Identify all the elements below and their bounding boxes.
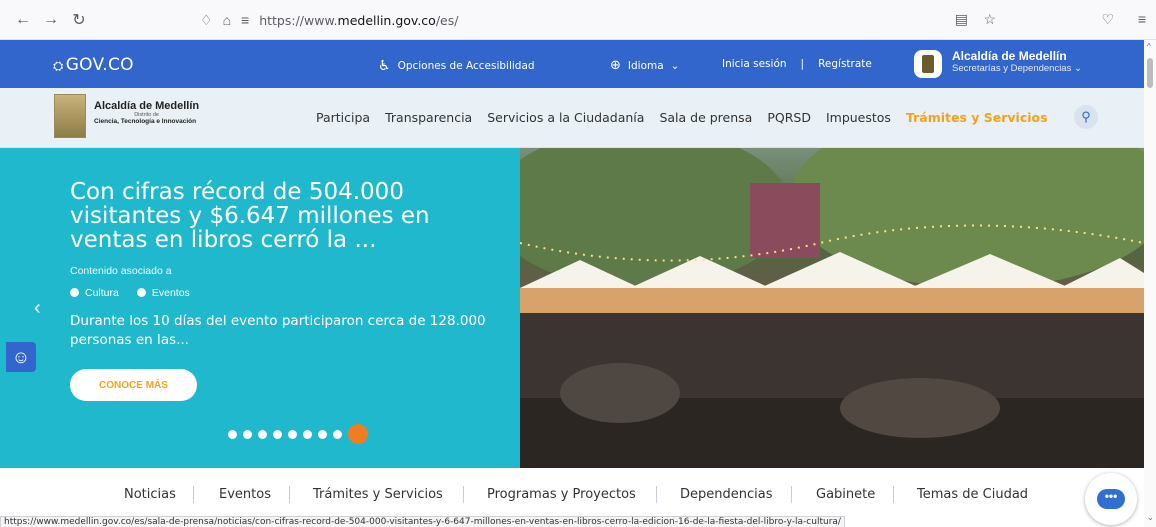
nav-divider — [656, 486, 657, 503]
nav-divider — [289, 486, 290, 503]
register-link[interactable]: Regístrate — [818, 58, 872, 70]
scroll-thumb[interactable] — [1147, 58, 1153, 88]
scroll-up-icon[interactable]: ^ — [1147, 43, 1154, 51]
tag-dot-icon — [70, 288, 79, 297]
gov-co-bar: ⛭ GOV.CO ♿︎ Opciones de Accesibilidad ⊕ I… — [0, 40, 1144, 88]
lock-icon[interactable]: ⌂ — [223, 12, 231, 28]
nav-noticias[interactable]: Noticias — [124, 487, 176, 502]
carousel-dot[interactable] — [273, 429, 282, 439]
main-menu: Participa Transparencia Servicios a la C… — [316, 110, 1048, 125]
menu-servicios-ciudadania[interactable]: Servicios a la Ciudadanía — [487, 110, 644, 125]
nav-divider — [791, 486, 792, 503]
menu-pqrsd[interactable]: PQRSD — [767, 110, 811, 125]
menu-transparencia[interactable]: Transparencia — [385, 110, 472, 125]
medellin-crest-icon — [54, 94, 86, 138]
hero-associated-label: Contenido asociado a — [70, 265, 172, 277]
browser-toolbar: ← → ↻ ♢ ⌂ ≡ https://www.medellin.gov.co/… — [0, 0, 1156, 40]
chevron-down-icon: ⌄ — [670, 59, 680, 72]
menu-impuestos[interactable]: Impuestos — [826, 110, 891, 125]
carousel-dot[interactable] — [303, 429, 312, 439]
search-icon[interactable]: ⚲ — [1074, 105, 1098, 129]
globe-icon: ⊕ — [610, 58, 621, 73]
status-bar-url: https://www.medellin.gov.co/es/sala-de-p… — [0, 516, 845, 527]
nav-gabinete[interactable]: Gabinete — [816, 487, 875, 502]
nav-divider — [463, 486, 464, 503]
carousel-dot[interactable] — [333, 429, 342, 439]
entity-name: Alcaldía de Medellín — [952, 49, 1067, 63]
menu-tramites-servicios[interactable]: Trámites y Servicios — [906, 110, 1048, 125]
shield-icon[interactable]: ♢ — [200, 12, 213, 29]
nav-divider — [893, 486, 894, 503]
pocket-icon[interactable]: ♡ — [1101, 11, 1114, 28]
login-link[interactable]: Inicia sesión — [722, 58, 787, 70]
tag-eventos[interactable]: Eventos — [136, 287, 190, 299]
logo-subtitle: Ciencia, Tecnología e Innovación — [94, 118, 197, 125]
bookmark-star-icon[interactable]: ☆ — [983, 11, 996, 28]
hero-tags: Cultura Eventos — [70, 287, 190, 299]
carousel-dot[interactable] — [348, 424, 368, 444]
carousel-dot[interactable] — [243, 429, 252, 439]
site-header: Alcaldía de Medellín Distrito de Ciencia… — [0, 88, 1144, 148]
bottom-navigation: Noticias Eventos Trámites y Servicios Pr… — [0, 468, 1144, 516]
page-scrollbar[interactable]: ^ ⌄ — [1144, 40, 1156, 527]
accessibility-float-icon[interactable]: ☺ — [6, 342, 36, 372]
nav-tramites-servicios[interactable]: Trámites y Servicios — [313, 487, 443, 502]
login-register: Inicia sesión | Regístrate — [722, 58, 872, 70]
carousel-dot[interactable] — [288, 429, 297, 439]
logo-title: Alcaldía de Medellín — [94, 100, 200, 112]
site-logo[interactable]: Alcaldía de Medellín Distrito de Ciencia… — [54, 94, 199, 138]
nav-divider — [193, 486, 194, 503]
accessibility-options[interactable]: ♿︎ Opciones de Accesibilidad — [378, 58, 535, 74]
menu-sala-de-prensa[interactable]: Sala de prensa — [659, 110, 752, 125]
chat-bubble-icon: ••• — [1097, 489, 1125, 509]
hero-description: Durante los 10 días del evento participa… — [70, 313, 486, 348]
tag-cultura[interactable]: Cultura — [70, 287, 119, 299]
menu-icon[interactable]: ≡ — [1138, 11, 1146, 27]
nav-eventos[interactable]: Eventos — [219, 487, 271, 502]
tag-dot-icon — [136, 288, 146, 297]
carousel-dot[interactable] — [228, 429, 237, 439]
conoce-mas-button[interactable]: CONOCE MÁS — [70, 369, 197, 401]
address-bar[interactable]: ♢ ⌂ ≡ https://www.medellin.gov.co/es/ — [200, 6, 1138, 34]
menu-participa[interactable]: Participa — [316, 110, 370, 125]
reader-view-icon[interactable]: ▤ — [955, 11, 968, 28]
chat-button[interactable]: ••• — [1085, 473, 1137, 525]
hero-photo — [520, 148, 1144, 468]
permissions-icon[interactable]: ≡ — [241, 12, 249, 28]
hero-text-panel: Con cifras récord de 504.000 visitantes … — [0, 148, 520, 468]
gov-co-logo[interactable]: ⛭ GOV.CO — [53, 55, 134, 75]
carousel-dot[interactable] — [318, 429, 327, 439]
gov-co-mark-icon: ⛭ — [53, 59, 64, 74]
medellin-crest-logo — [914, 50, 942, 78]
accessibility-person-icon: ♿︎ — [378, 58, 391, 74]
carousel-dots — [228, 424, 368, 444]
nav-programas-proyectos[interactable]: Programas y Proyectos — [487, 487, 636, 502]
entity-subtitle: Secretarías y Dependencias ⌄ — [952, 63, 1082, 74]
reload-icon[interactable]: ↻ — [68, 9, 90, 31]
back-arrow-icon[interactable]: ← — [12, 9, 34, 31]
chevron-down-icon: ⌄ — [1073, 63, 1082, 74]
entity-selector[interactable]: Alcaldía de Medellín Secretarías y Depen… — [914, 50, 1082, 78]
carousel-dot[interactable] — [258, 429, 267, 439]
nav-temas-ciudad[interactable]: Temas de Ciudad — [917, 487, 1028, 502]
forward-arrow-icon[interactable]: → — [40, 9, 62, 31]
book-fair-photo — [520, 148, 1144, 468]
scroll-down-icon[interactable]: ⌄ — [1147, 514, 1154, 522]
url-text[interactable]: https://www.medellin.gov.co/es/ — [259, 13, 458, 28]
nav-dependencias[interactable]: Dependencias — [680, 487, 773, 502]
carousel-prev-icon[interactable]: ‹ — [34, 297, 41, 320]
hero-title[interactable]: Con cifras récord de 504.000 visitantes … — [70, 180, 430, 252]
language-selector[interactable]: ⊕ Idioma ⌄ — [610, 58, 679, 73]
